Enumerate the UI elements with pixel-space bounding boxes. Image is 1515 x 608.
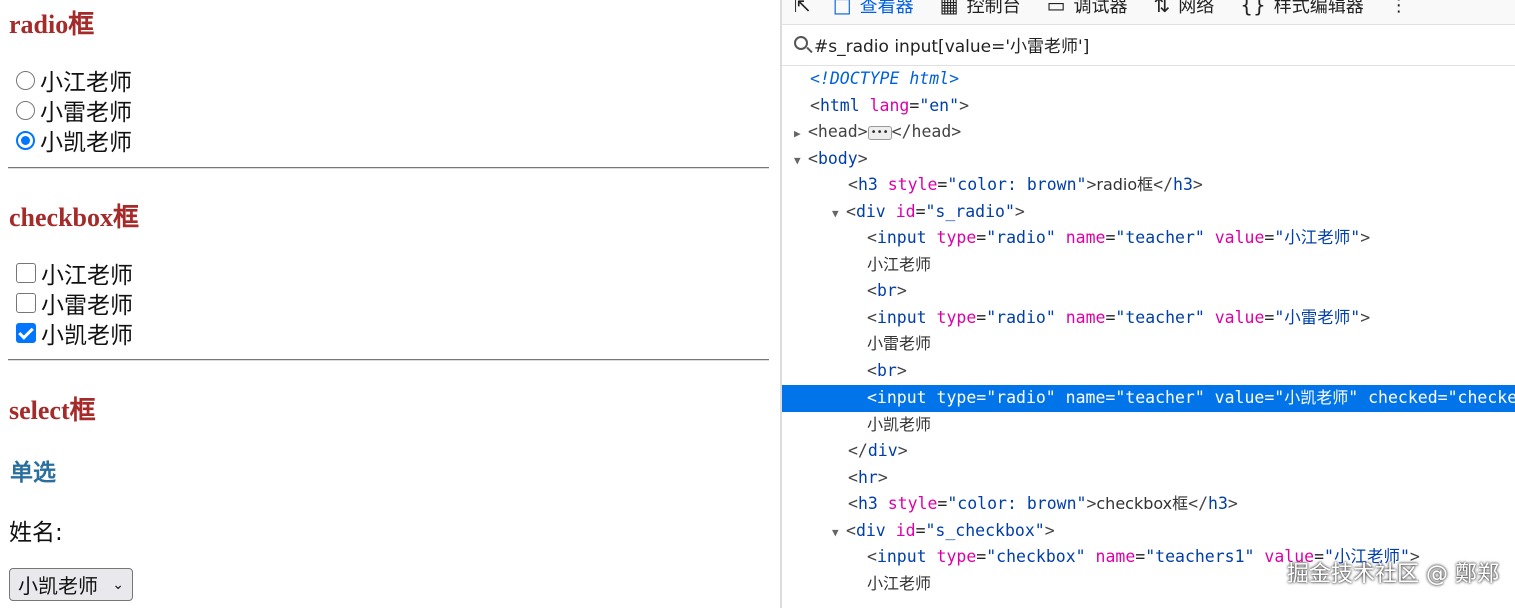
radio-option[interactable]: 小雷老师 — [16, 95, 132, 126]
ellipsis-icon[interactable]: ••• — [867, 125, 892, 140]
tab-label: 网络 — [1178, 0, 1215, 17]
checkbox[interactable] — [16, 293, 36, 313]
markup-line[interactable]: ▼ <body> — [782, 146, 1515, 173]
markup-line[interactable]: <input type="radio" name="teacher" value… — [782, 305, 1515, 332]
radio-label: 小江老师 — [40, 70, 132, 96]
markup-line[interactable]: 小凯老师 — [782, 412, 1515, 439]
name-label: 姓名: — [9, 520, 63, 546]
markup-line[interactable]: <br> — [782, 358, 1515, 385]
checkbox-label: 小江老师 — [41, 263, 133, 289]
markup-line[interactable]: ▼ <div id="s_radio"> — [782, 199, 1515, 226]
tab-style-editor[interactable]: {} 样式编辑器 — [1240, 0, 1363, 18]
console-icon: ▦ — [939, 0, 959, 17]
collapse-icon[interactable]: ▼ — [832, 520, 846, 547]
rendered-page: radio框 小江老师 小雷老师 小凯老师 checkbox框 小江老师 小雷老… — [0, 0, 780, 608]
collapse-icon[interactable]: ▼ — [794, 148, 808, 175]
markup-line[interactable]: <h3 style="color: brown">checkbox框</h3> — [782, 491, 1515, 518]
radio-button[interactable] — [16, 70, 35, 90]
collapse-icon[interactable]: ▼ — [832, 201, 846, 228]
radio-label: 小凯老师 — [40, 130, 132, 156]
markup-line[interactable]: 小雷老师 — [782, 331, 1515, 358]
markup-line[interactable]: ▼ <div id="s_checkbox"> — [782, 518, 1515, 545]
checkbox-heading: checkbox框 — [9, 203, 140, 232]
devtools-toolbar: ⇱ □ 查看器 ▦ 控制台 ▭ 调试器 ⇅ 网络 {} 样式编辑器 ⋮ — [782, 0, 1515, 25]
checkbox-label: 小雷老师 — [41, 293, 133, 319]
tab-label: 查看器 — [859, 0, 914, 17]
radio-option[interactable]: 小江老师 — [16, 65, 132, 96]
single-select-heading: 单选 — [10, 460, 56, 486]
debugger-icon: ▭ — [1046, 0, 1066, 17]
radio-button[interactable] — [16, 100, 35, 120]
devtools-panel: ⇱ □ 查看器 ▦ 控制台 ▭ 调试器 ⇅ 网络 {} 样式编辑器 ⋮ #s_r… — [780, 0, 1515, 608]
search-input[interactable]: #s_radio input[value='小雷老师'] — [814, 32, 1089, 57]
markup-line[interactable]: <h3 style="color: brown">radio框</h3> — [782, 172, 1515, 199]
radio-button[interactable] — [16, 130, 35, 150]
checkbox-option[interactable]: 小凯老师 — [16, 318, 133, 349]
expand-icon[interactable]: ▶ — [794, 121, 808, 148]
element-picker-icon[interactable]: ⇱ — [794, 0, 811, 17]
markup-line[interactable]: <input type="radio" name="teacher" value… — [782, 225, 1515, 252]
checkbox[interactable] — [16, 323, 36, 343]
inspector-icon: □ — [832, 0, 852, 17]
tab-console[interactable]: ▦ 控制台 — [940, 0, 1021, 18]
radio-label: 小雷老师 — [40, 100, 132, 126]
chevron-down-icon: ⌄ — [112, 576, 124, 593]
markup-line[interactable]: <!DOCTYPE html> — [782, 66, 1515, 93]
markup-line[interactable]: </div> — [782, 438, 1515, 465]
style-editor-icon: {} — [1240, 0, 1266, 17]
search-icon — [794, 35, 808, 50]
checkbox-option[interactable]: 小江老师 — [16, 258, 133, 289]
radio-heading: radio框 — [9, 10, 95, 39]
checkbox[interactable] — [16, 263, 36, 283]
teacher-select[interactable]: 小凯老师 ⌄ — [9, 568, 133, 601]
markup-search-bar[interactable]: #s_radio input[value='小雷老师'] — [782, 24, 1515, 66]
tab-label: 样式编辑器 — [1273, 0, 1364, 17]
markup-line-selected[interactable]: <input type="radio" name="teacher" value… — [782, 385, 1515, 412]
select-heading: select框 — [9, 396, 96, 425]
markup-line[interactable]: 小江老师 — [782, 252, 1515, 279]
tab-label: 调试器 — [1073, 0, 1128, 17]
network-icon: ⇅ — [1153, 0, 1171, 17]
tab-network[interactable]: ⇅ 网络 — [1153, 0, 1214, 18]
select-value: 小凯老师 — [18, 574, 98, 598]
markup-line[interactable]: ▶ <head> ••• </head> — [782, 119, 1515, 146]
divider — [8, 167, 769, 169]
tab-inspector[interactable]: □ 查看器 — [833, 0, 914, 18]
tab-label: 控制台 — [966, 0, 1021, 17]
checkbox-option[interactable]: 小雷老师 — [16, 288, 133, 319]
watermark: 掘金技术社区 @ 鄭郑 — [1287, 562, 1499, 587]
divider — [8, 359, 769, 361]
markup-line[interactable]: <hr> — [782, 465, 1515, 492]
markup-line[interactable]: <br> — [782, 278, 1515, 305]
markup-line[interactable]: <html lang="en"> — [782, 93, 1515, 120]
radio-option[interactable]: 小凯老师 — [16, 125, 132, 156]
checkbox-label: 小凯老师 — [41, 323, 133, 349]
tab-debugger[interactable]: ▭ 调试器 — [1047, 0, 1128, 18]
overflow-icon[interactable]: ⋮ — [1390, 0, 1408, 16]
